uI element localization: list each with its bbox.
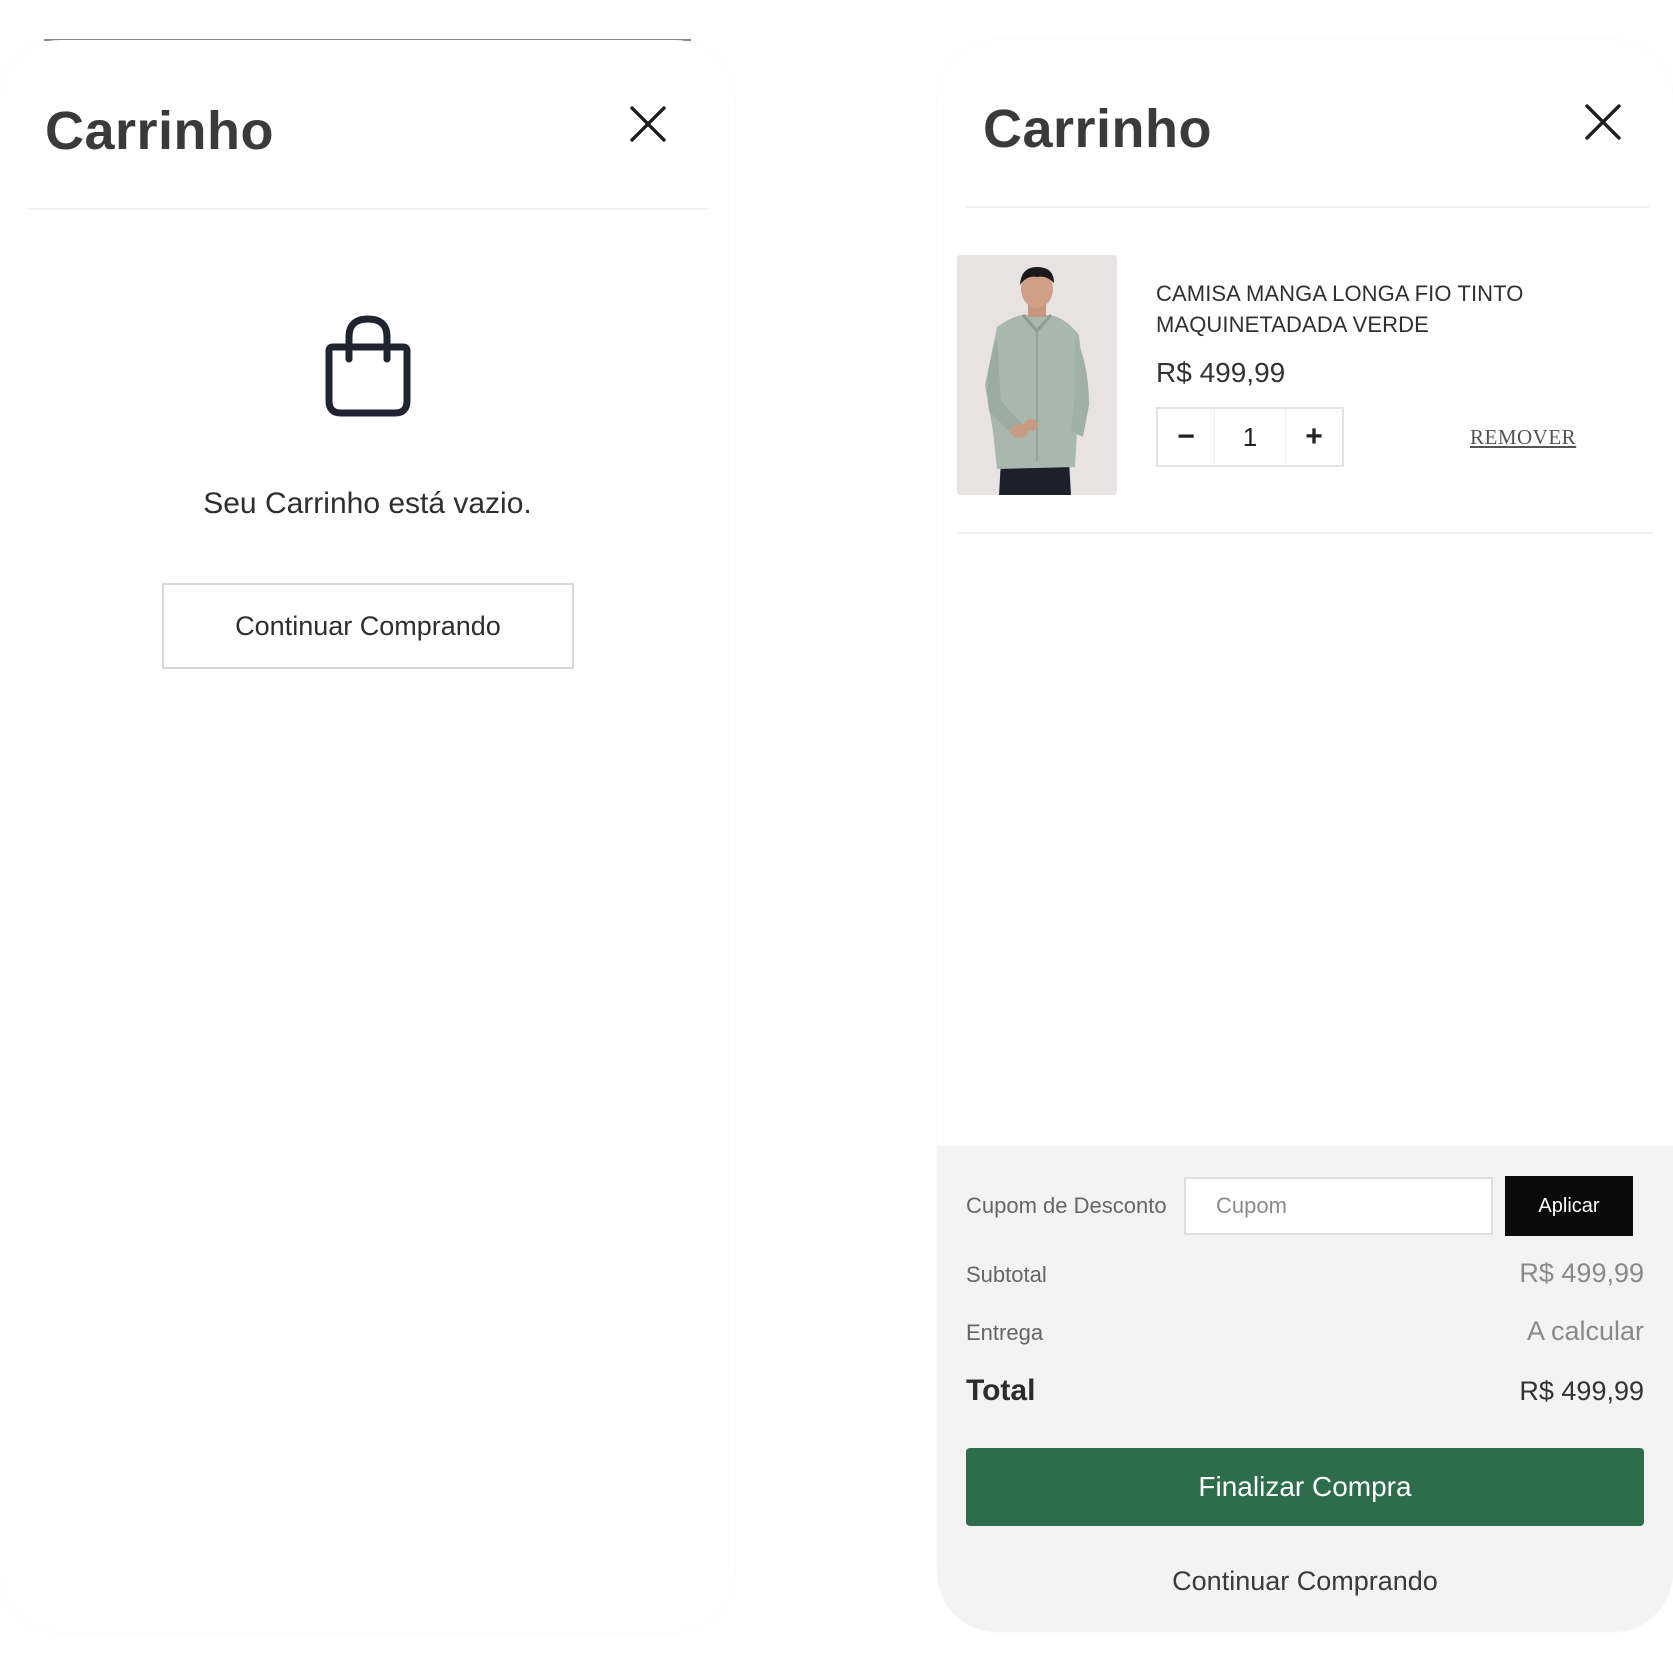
cart-title: Carrinho: [983, 99, 1213, 159]
subtotal-row: Subtotal R$ 499,99: [966, 1258, 1644, 1289]
cart-title: Carrinho: [45, 101, 275, 161]
coupon-label: Cupom de Desconto: [966, 1193, 1167, 1218]
product-thumbnail[interactable]: [957, 255, 1117, 495]
subtotal-value: R$ 499,99: [1519, 1258, 1644, 1288]
header-divider: [28, 208, 708, 210]
delivery-row: Entrega A calcular: [966, 1316, 1644, 1347]
total-label: Total: [966, 1374, 1036, 1407]
item-divider: [957, 532, 1653, 534]
product-name[interactable]: CAMISA MANGA LONGA FIO TINTO MAQUINETADA…: [1156, 278, 1576, 340]
continue-shopping-link[interactable]: Continuar Comprando: [937, 1566, 1673, 1597]
empty-cart-drawer: Carrinho Seu Carrinho está vazio. Contin…: [0, 40, 735, 1632]
close-icon[interactable]: [1583, 102, 1623, 142]
total-row: Total R$ 499,99: [966, 1374, 1644, 1408]
quantity-value[interactable]: 1: [1214, 409, 1286, 465]
subtotal-label: Subtotal: [966, 1262, 1047, 1287]
checkout-button[interactable]: Finalizar Compra: [966, 1448, 1644, 1526]
close-icon[interactable]: [628, 104, 668, 144]
total-value: R$ 499,99: [1519, 1376, 1644, 1406]
empty-cart-message: Seu Carrinho está vazio.: [203, 487, 532, 520]
cart-summary: Cupom de Desconto Aplicar Subtotal R$ 49…: [937, 1146, 1673, 1632]
continue-shopping-button[interactable]: Continuar Comprando: [162, 583, 574, 669]
product-price: R$ 499,99: [1156, 357, 1286, 388]
decrease-quantity-button[interactable]: −: [1158, 409, 1214, 465]
quantity-stepper: − 1 +: [1156, 407, 1344, 467]
remove-item-link[interactable]: REMOVER: [1470, 425, 1576, 450]
increase-quantity-button[interactable]: +: [1286, 409, 1342, 465]
coupon-input[interactable]: [1184, 1177, 1493, 1235]
delivery-value: A calcular: [1526, 1316, 1644, 1346]
shopping-bag-icon: [321, 315, 415, 417]
cart-drawer: Carrinho CAMISA MANGA LONGA FIO TINTO MA…: [937, 40, 1673, 1632]
header-divider: [965, 206, 1649, 208]
apply-coupon-button[interactable]: Aplicar: [1505, 1176, 1633, 1236]
delivery-label: Entrega: [966, 1320, 1044, 1345]
